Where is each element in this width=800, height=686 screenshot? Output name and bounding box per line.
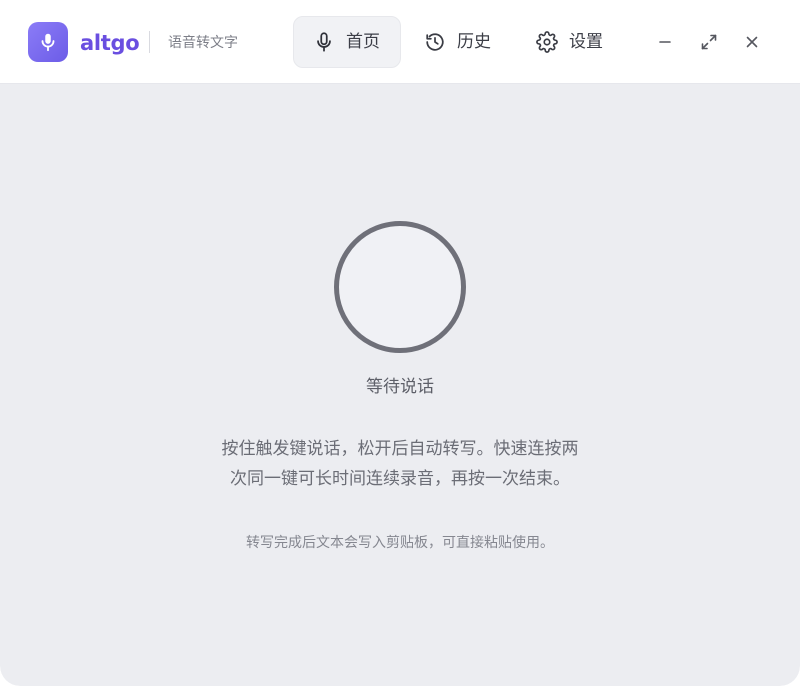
instruction-text: 按住触发键说话，松开后自动转写。快速连按两 次同一键可长时间连续录音，再按一次结…	[190, 434, 610, 494]
history-icon	[423, 30, 447, 54]
record-button[interactable]	[334, 221, 466, 353]
maximize-button[interactable]	[697, 30, 721, 54]
close-icon	[746, 36, 758, 48]
tab-history-label: 历史	[457, 32, 491, 52]
tab-home[interactable]: 首页	[293, 16, 401, 68]
main-panel: 等待说话 按住触发键说话，松开后自动转写。快速连按两 次同一键可长时间连续录音，…	[0, 84, 800, 686]
clipboard-hint: 转写完成后文本会写入剪贴板，可直接粘贴使用。	[246, 535, 554, 551]
title-bar: altgo 语音转文字 首页 历史 设置	[0, 0, 800, 84]
tab-settings[interactable]: 设置	[519, 16, 623, 68]
brand-divider	[149, 31, 150, 53]
instruction-line-1: 按住触发键说话，松开后自动转写。快速连按两	[221, 439, 579, 459]
gear-icon	[535, 30, 559, 54]
minimize-icon	[659, 41, 671, 43]
minimize-button[interactable]	[653, 30, 677, 54]
app-window: altgo 语音转文字 首页 历史 设置 等待说话 按住触发键说话，松开后自动转…	[0, 0, 800, 686]
maximize-icon	[701, 34, 717, 50]
instruction-line-2: 次同一键可长时间连续录音，再按一次结束。	[230, 469, 570, 489]
status-text: 等待说话	[366, 377, 434, 397]
microphone-icon	[312, 30, 336, 54]
tab-home-label: 首页	[346, 32, 380, 52]
close-button[interactable]	[740, 30, 764, 54]
microphone-icon	[41, 33, 55, 52]
tab-settings-label: 设置	[569, 32, 603, 52]
app-logo	[28, 22, 68, 62]
app-subtitle: 语音转文字	[168, 35, 238, 51]
tab-history[interactable]: 历史	[407, 16, 511, 68]
brand-name: altgo	[80, 31, 140, 55]
